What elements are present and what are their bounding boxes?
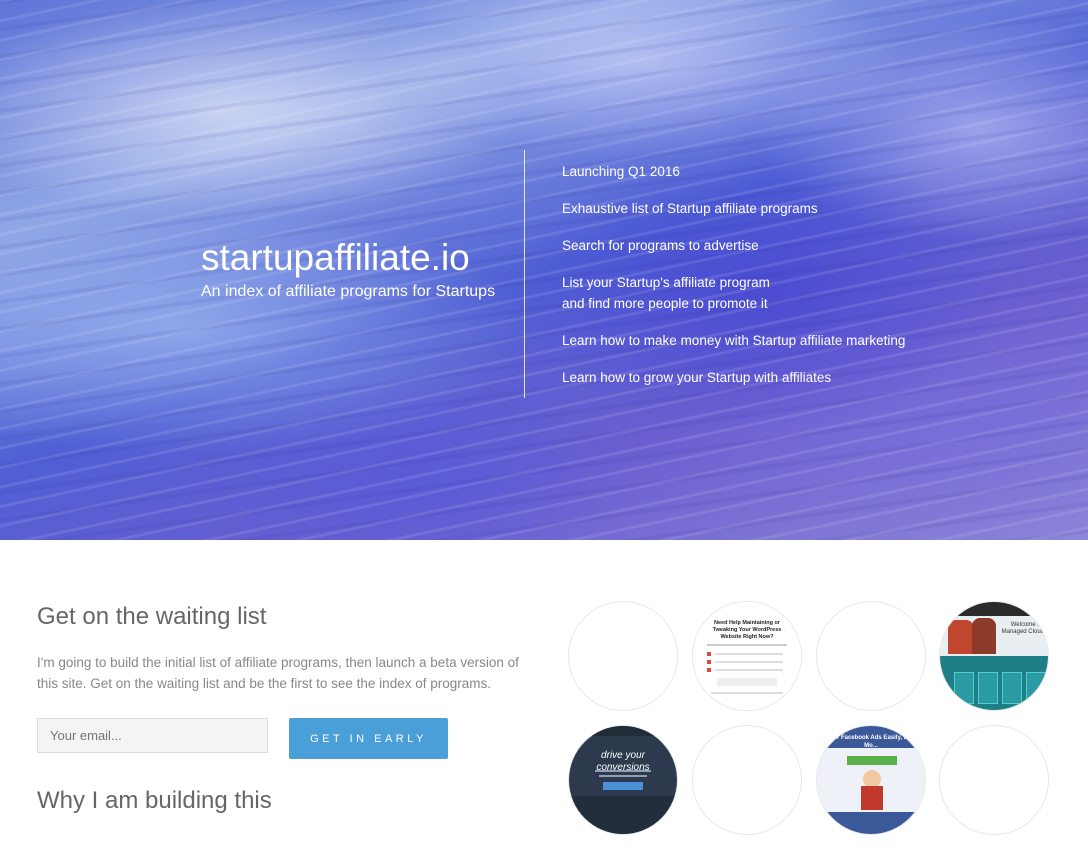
gallery-item-empty: [692, 725, 802, 835]
feature-item: Learn how to make money with Startup aff…: [562, 331, 905, 352]
screenshot-gallery: Need Help Maintaining or Tweaking Your W…: [568, 601, 1058, 861]
feature-text: Search for programs to advertise: [562, 238, 759, 253]
gallery-caption: Welcome #1 Managed Cloud: [1001, 622, 1044, 635]
feature-text: Exhaustive list of Startup affiliate pro…: [562, 201, 818, 216]
gallery-caption: your Facebook Ads Easily, Like Mo...: [826, 735, 916, 749]
feature-text: List your Startup's affiliate program: [562, 275, 770, 290]
gallery-item-conversions[interactable]: drive your conversions: [568, 725, 678, 835]
get-in-early-button[interactable]: GET IN EARLY: [289, 718, 448, 759]
site-title: startupaffiliate.io: [201, 237, 470, 278]
feature-item: Launching Q1 2016: [562, 162, 905, 183]
hero-background: [0, 0, 1088, 540]
site-tagline: An index of affiliate programs for Start…: [201, 283, 496, 300]
why-heading: Why I am building this: [37, 787, 272, 814]
gallery-caption: Need Help Maintaining or Tweaking Your W…: [712, 620, 782, 640]
gallery-item-empty: [568, 601, 678, 711]
feature-text: and find more people to promote it: [562, 295, 768, 311]
feature-item: Search for programs to advertise: [562, 236, 905, 257]
gallery-item-facebook-ads[interactable]: your Facebook Ads Easily, Like Mo...: [816, 725, 926, 835]
gallery-item-empty: [816, 601, 926, 711]
email-input[interactable]: [37, 718, 268, 753]
waitlist-description: I'm going to build the initial list of a…: [37, 655, 519, 691]
feature-list: Launching Q1 2016 Exhaustive list of Sta…: [562, 162, 905, 405]
gallery-item-cloud[interactable]: Welcome #1 Managed Cloud: [939, 601, 1049, 711]
brand-block: startupaffiliate.io An index of affiliat…: [201, 236, 495, 303]
feature-item: List your Startup's affiliate program an…: [562, 273, 905, 314]
hero-section: startupaffiliate.io An index of affiliat…: [0, 0, 1088, 540]
gallery-item-empty: [939, 725, 1049, 835]
waitlist-section: Get on the waiting list I'm going to bui…: [37, 600, 527, 694]
feature-item: Exhaustive list of Startup affiliate pro…: [562, 199, 905, 220]
feature-item: Learn how to grow your Startup with affi…: [562, 368, 905, 389]
waitlist-heading: Get on the waiting list: [37, 603, 267, 630]
hero-divider: [524, 150, 525, 398]
gallery-item-wordpress[interactable]: Need Help Maintaining or Tweaking Your W…: [692, 601, 802, 711]
feature-text: Learn how to make money with Startup aff…: [562, 332, 906, 348]
feature-text: Learn how to grow your Startup with affi…: [562, 369, 832, 385]
feature-text: Launching Q1 2016: [562, 164, 680, 179]
